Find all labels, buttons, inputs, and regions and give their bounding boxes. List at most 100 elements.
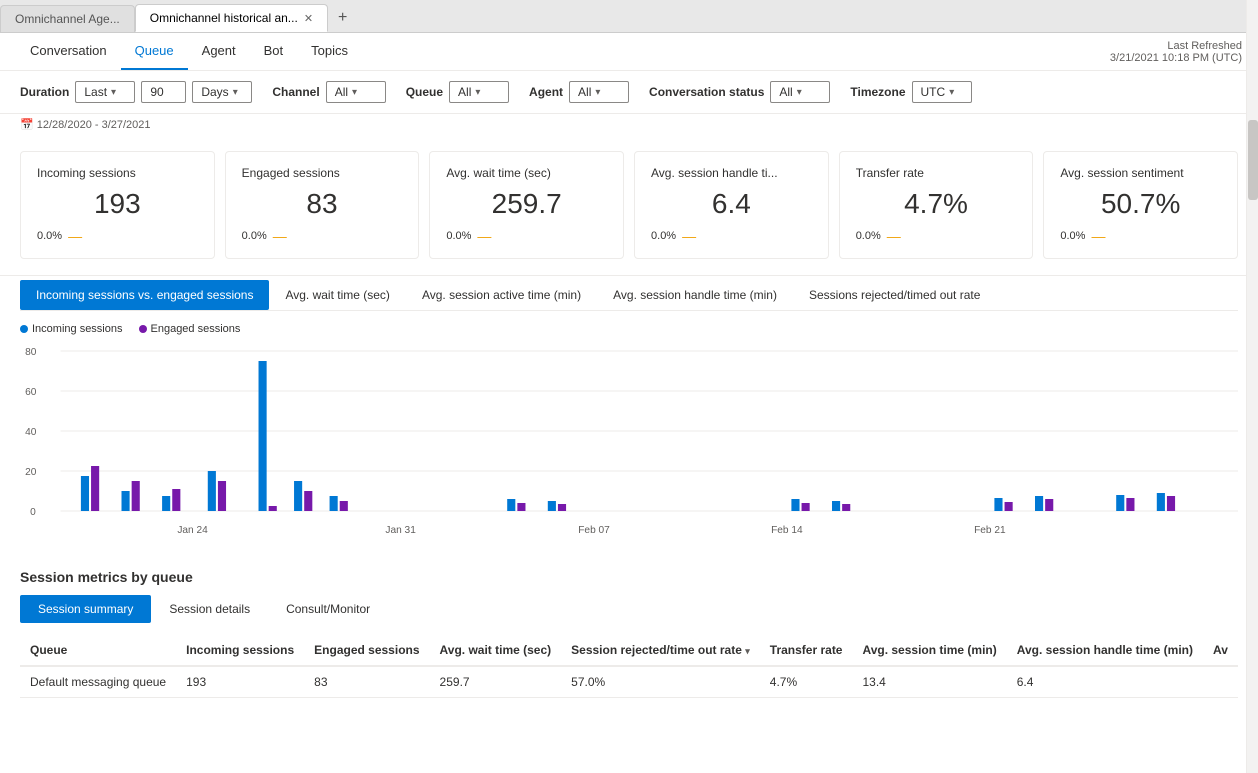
cell-transfer: 4.7%: [760, 666, 853, 698]
duration-filter: Duration Last ▾ 90 Days ▾: [20, 81, 252, 103]
cell-engaged: 83: [304, 666, 429, 698]
cell-avg-handle: 6.4: [1007, 666, 1203, 698]
tab-consult-monitor[interactable]: Consult/Monitor: [268, 595, 388, 623]
conv-status-filter: Conversation status All ▾: [649, 81, 830, 103]
duration-type-select[interactable]: Last ▾: [75, 81, 135, 103]
timezone-filter: Timezone UTC ▾: [850, 81, 971, 103]
session-metrics-title: Session metrics by queue: [20, 569, 1238, 585]
chart-tab-incoming-engaged[interactable]: Incoming sessions vs. engaged sessions: [20, 280, 269, 310]
tab-agent[interactable]: Agent: [188, 33, 250, 70]
kpi-avg-sentiment-value: 50.7%: [1060, 188, 1221, 220]
browser-tab-1[interactable]: Omnichannel Age...: [0, 5, 135, 32]
conv-status-select[interactable]: All ▾: [770, 81, 830, 103]
session-metrics: Session metrics by queue Session summary…: [0, 557, 1258, 710]
table-header-row: Queue Incoming sessions Engaged sessions…: [20, 635, 1238, 666]
col-incoming: Incoming sessions: [176, 635, 304, 666]
session-table-wrapper: Queue Incoming sessions Engaged sessions…: [20, 635, 1238, 698]
agent-filter: Agent All ▾: [529, 81, 629, 103]
col-rejected[interactable]: Session rejected/time out rate ▾: [561, 635, 760, 666]
legend-label-engaged: Engaged sessions: [151, 323, 241, 335]
chevron-down-icon-6: ▾: [797, 87, 802, 98]
kpi-engaged-title: Engaged sessions: [242, 166, 403, 180]
kpi-incoming-value: 193: [37, 188, 198, 220]
cell-rejected: 57.0%: [561, 666, 760, 698]
kpi-avg-sentiment: Avg. session sentiment 50.7% 0.0% —: [1043, 151, 1238, 259]
app-container: Conversation Queue Agent Bot Topics Last…: [0, 33, 1258, 773]
tab-conversation[interactable]: Conversation: [16, 33, 121, 70]
bar: [1157, 493, 1165, 511]
tab-bot[interactable]: Bot: [250, 33, 298, 70]
tab-session-summary[interactable]: Session summary: [20, 595, 151, 623]
chart-legend: Incoming sessions Engaged sessions: [20, 323, 1238, 335]
bar: [548, 501, 556, 511]
conv-status-label: Conversation status: [649, 85, 764, 99]
scrollbar-track[interactable]: [1246, 0, 1258, 773]
svg-text:Jan 24: Jan 24: [177, 525, 208, 536]
col-avg-session: Avg. session time (min): [852, 635, 1006, 666]
bar: [294, 481, 302, 511]
bar: [162, 496, 170, 511]
chart-tab-avg-active[interactable]: Avg. session active time (min): [406, 280, 597, 310]
tab-session-details[interactable]: Session details: [151, 595, 268, 623]
kpi-avg-wait: Avg. wait time (sec) 259.7 0.0% —: [429, 151, 624, 259]
close-tab-icon[interactable]: ✕: [304, 12, 313, 25]
kpi-session-handle-value: 6.4: [651, 188, 812, 220]
browser-tab-2[interactable]: Omnichannel historical an... ✕: [135, 4, 328, 32]
bar: [507, 499, 515, 511]
tab-queue[interactable]: Queue: [121, 33, 188, 70]
kpi-incoming-sessions: Incoming sessions 193 0.0% —: [20, 151, 215, 259]
kpi-incoming-footer: 0.0% —: [37, 228, 198, 244]
bar: [994, 498, 1002, 511]
bar: [330, 496, 338, 511]
tab-topics[interactable]: Topics: [297, 33, 362, 70]
chart-tab-rejected[interactable]: Sessions rejected/timed out rate: [793, 280, 996, 310]
nav-bar: Conversation Queue Agent Bot Topics Last…: [0, 33, 1258, 71]
svg-text:20: 20: [25, 467, 37, 478]
bar: [791, 499, 799, 511]
last-refreshed-value: 3/21/2021 10:18 PM (UTC): [1110, 52, 1242, 64]
cell-queue: Default messaging queue: [20, 666, 176, 698]
timezone-label: Timezone: [850, 85, 905, 99]
sort-icon: ▾: [745, 646, 750, 656]
chevron-down-icon-2: ▾: [233, 87, 238, 98]
kpi-avg-wait-title: Avg. wait time (sec): [446, 166, 607, 180]
kpi-transfer-rate: Transfer rate 4.7% 0.0% —: [839, 151, 1034, 259]
add-tab-button[interactable]: +: [328, 5, 357, 31]
bar: [1116, 495, 1124, 511]
bar: [1126, 498, 1134, 511]
queue-select[interactable]: All ▾: [449, 81, 509, 103]
col-extra: Av: [1203, 635, 1238, 666]
chevron-down-icon-4: ▾: [475, 87, 480, 98]
chart-tabs: Incoming sessions vs. engaged sessions A…: [20, 276, 1238, 311]
bar: [172, 489, 180, 511]
queue-label: Queue: [406, 85, 443, 99]
browser-tab-1-label: Omnichannel Age...: [15, 12, 120, 26]
agent-select[interactable]: All ▾: [569, 81, 629, 103]
kpi-avg-wait-footer: 0.0% —: [446, 228, 607, 244]
bar: [81, 476, 89, 511]
legend-engaged: Engaged sessions: [139, 323, 241, 335]
duration-unit-select[interactable]: Days ▾: [192, 81, 252, 103]
chart-tab-avg-wait[interactable]: Avg. wait time (sec): [269, 280, 405, 310]
kpi-transfer-value: 4.7%: [856, 188, 1017, 220]
duration-value-select[interactable]: 90: [141, 81, 186, 103]
chart-svg: 80 60 40 20 0: [20, 341, 1238, 541]
chart-tab-avg-handle[interactable]: Avg. session handle time (min): [597, 280, 793, 310]
channel-filter: Channel All ▾: [272, 81, 385, 103]
cell-avg-session: 13.4: [852, 666, 1006, 698]
timezone-select[interactable]: UTC ▾: [912, 81, 972, 103]
bar: [1035, 496, 1043, 511]
chevron-down-icon-7: ▾: [949, 87, 954, 98]
duration-label: Duration: [20, 85, 69, 99]
legend-incoming: Incoming sessions: [20, 323, 123, 335]
chevron-down-icon-5: ▾: [595, 87, 600, 98]
bar: [91, 466, 99, 511]
channel-select[interactable]: All ▾: [326, 81, 386, 103]
bar: [132, 481, 140, 511]
col-queue: Queue: [20, 635, 176, 666]
table-row: Default messaging queue 193 83 259.7 57.…: [20, 666, 1238, 698]
chart-area: 80 60 40 20 0: [20, 341, 1238, 541]
bar: [832, 501, 840, 511]
scrollbar-thumb[interactable]: [1248, 120, 1258, 200]
kpi-engaged-footer: 0.0% —: [242, 228, 403, 244]
